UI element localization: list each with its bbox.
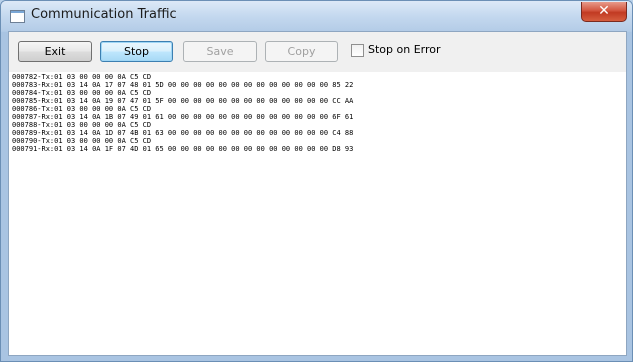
stop-on-error-label[interactable]: Stop on Error: [368, 43, 441, 56]
stop-button[interactable]: Stop: [100, 41, 173, 62]
window-app-icon: [10, 10, 25, 23]
communication-traffic-window: Communication Traffic ✕ Exit Stop Save C…: [0, 0, 633, 362]
log-line: 000783-Rx:01 03 14 0A 17 07 48 01 5D 00 …: [12, 81, 354, 89]
save-button[interactable]: Save: [183, 41, 257, 62]
traffic-log[interactable]: 000782-Tx:01 03 00 00 00 0A C5 CD 000783-…: [12, 73, 622, 353]
log-line: 000784-Tx:01 03 00 00 00 0A C5 CD: [12, 89, 152, 97]
toolbar: Exit Stop Save Copy Stop on Error: [9, 32, 626, 72]
stop-on-error-checkbox[interactable]: [351, 44, 364, 57]
exit-button[interactable]: Exit: [18, 41, 92, 62]
window-title: Communication Traffic: [31, 7, 177, 22]
log-line: 000785-Rx:01 03 14 0A 19 07 47 01 5F 00 …: [12, 97, 354, 105]
client-area: Exit Stop Save Copy Stop on Error 000782…: [8, 31, 627, 356]
log-line: 000787-Rx:01 03 14 0A 1B 07 49 01 61 00 …: [12, 113, 354, 121]
log-line: 000789-Rx:01 03 14 0A 1D 07 4B 01 63 00 …: [12, 129, 354, 137]
title-bar[interactable]: Communication Traffic ✕: [1, 1, 632, 31]
close-button[interactable]: ✕: [581, 2, 627, 22]
log-line: 000791-Rx:01 03 14 0A 1F 07 4D 01 65 00 …: [12, 145, 354, 153]
close-icon: ✕: [598, 3, 610, 19]
log-line: 000790-Tx:01 03 00 00 00 0A C5 CD: [12, 137, 152, 145]
log-line: 000786-Tx:01 03 00 00 00 0A C5 CD: [12, 105, 152, 113]
log-line: 000782-Tx:01 03 00 00 00 0A C5 CD: [12, 73, 152, 81]
copy-button[interactable]: Copy: [265, 41, 338, 62]
log-line: 000788-Tx:01 03 00 00 00 0A C5 CD: [12, 121, 152, 129]
